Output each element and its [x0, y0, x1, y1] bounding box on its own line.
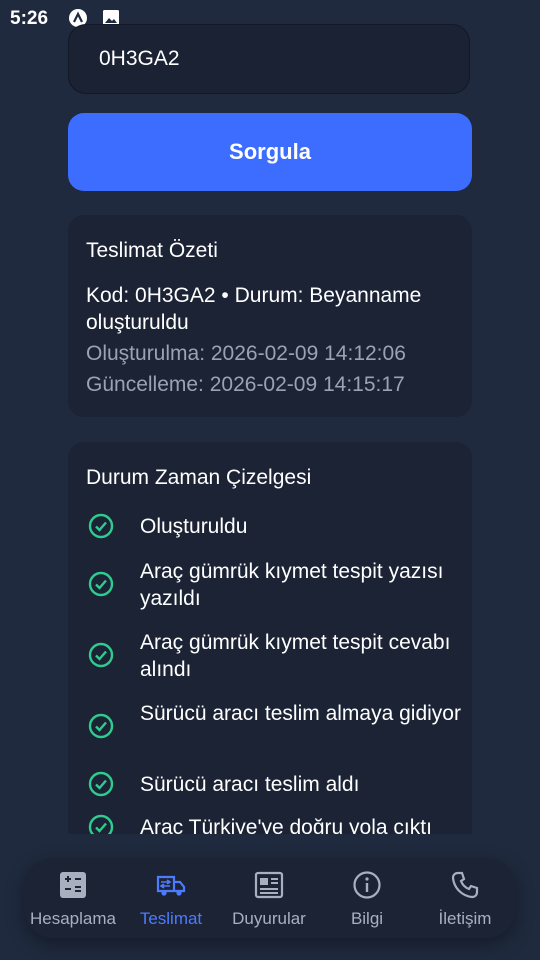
timeline-item-label: Oluşturuldu — [140, 515, 248, 538]
delivery-code-input[interactable] — [68, 24, 470, 94]
newspaper-icon — [254, 871, 284, 899]
timeline-item-label: Sürücü aracı teslim almaya gidiyor — [140, 702, 461, 725]
check-circle-icon — [88, 814, 114, 834]
timeline-item-label: Araç gümrük kıymet tespit yazısı yazıldı — [140, 560, 444, 610]
bottom-navigation: Hesaplama Teslimat Duyurular Bilgi İleti… — [24, 858, 516, 938]
check-circle-icon — [88, 513, 114, 539]
status-timeline-card: Durum Zaman Çizelgesi Oluşturuldu Araç g… — [68, 442, 472, 834]
check-circle-icon — [88, 571, 114, 597]
check-circle-icon — [88, 771, 114, 797]
calculator-icon — [60, 872, 86, 898]
nav-item-hesaplama[interactable]: Hesaplama — [24, 858, 122, 938]
summary-title: Teslimat Özeti — [86, 239, 218, 262]
summary-updated: Güncelleme: 2026-02-09 14:15:17 — [86, 373, 405, 396]
query-button[interactable]: Sorgula — [68, 113, 472, 191]
timeline-title: Durum Zaman Çizelgesi — [86, 466, 312, 489]
delivery-summary-card: Teslimat Özeti Kod: 0H3GA2 • Durum: Beya… — [68, 215, 472, 417]
info-icon — [353, 871, 381, 899]
summary-code-status: Kod: 0H3GA2 • Durum: Beyanname oluşturul… — [86, 284, 422, 334]
nav-item-iletisim[interactable]: İletişim — [416, 858, 514, 938]
phone-icon — [451, 871, 479, 899]
nav-label: İletişim — [438, 909, 492, 928]
truck-icon — [156, 875, 186, 896]
summary-created: Oluşturulma: 2026-02-09 14:12:06 — [86, 342, 406, 365]
timeline-item-label: Araç gümrük kıymet tespit cevabı alındı — [140, 631, 451, 681]
nav-item-teslimat[interactable]: Teslimat — [122, 858, 220, 938]
status-time: 5:26 — [10, 8, 49, 29]
timeline-item-label: Sürücü aracı teslim aldı — [140, 773, 360, 796]
nav-item-bilgi[interactable]: Bilgi — [318, 858, 416, 938]
timeline-item-label: Araç Türkiye'ye doğru yola çıktı — [140, 816, 432, 834]
nav-item-duyurular[interactable]: Duyurular — [220, 858, 318, 938]
check-circle-icon — [88, 713, 114, 739]
check-circle-icon — [88, 642, 114, 668]
